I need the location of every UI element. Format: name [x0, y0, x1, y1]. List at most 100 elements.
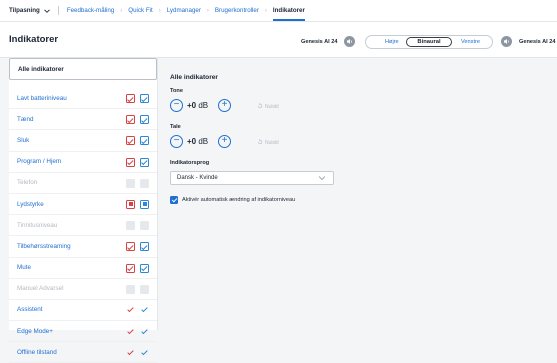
crumb-sound-manager[interactable]: Lydmanager: [167, 7, 201, 14]
left-ear-checkbox[interactable]: [126, 348, 135, 357]
language-select-value: Dansk - Kvinde: [177, 175, 218, 181]
left-ear-checkbox: [126, 284, 135, 294]
right-ear-checkbox[interactable]: [140, 306, 149, 315]
right-ear-checkbox: [140, 284, 149, 294]
indicator-list: Lavt batteriniveau Tænd Sluk Program / Hjem…: [9, 88, 157, 363]
sidebar-item-label: Assistent: [17, 306, 43, 314]
tone-reset-button[interactable]: Nulstil: [257, 103, 279, 110]
left-ear-checkbox: [126, 221, 135, 231]
sidebar-item-label: Program / Hjem: [17, 158, 62, 166]
sidebar-item[interactable]: Tilbehørsstreaming: [9, 236, 157, 258]
right-ear-checkbox[interactable]: [140, 263, 149, 273]
crumb-indicators[interactable]: Indikatorer: [272, 7, 305, 21]
sidebar-item[interactable]: Lavt batteriniveau: [9, 88, 157, 110]
left-ear-checkbox: [126, 178, 135, 188]
speaker-icon[interactable]: [344, 36, 355, 47]
sidebar-item-label: Tænd: [17, 115, 34, 123]
tale-stepper: − +0 dB + Nulstil: [170, 135, 310, 149]
sidebar-item[interactable]: Edge Mode+: [9, 321, 157, 343]
left-ear-checkbox[interactable]: [126, 157, 135, 167]
right-ear-checkbox[interactable]: [140, 115, 149, 125]
right-ear-checkbox[interactable]: [140, 327, 149, 336]
right-ear-checkbox[interactable]: [140, 136, 149, 146]
sidebar-item[interactable]: Tinnitusniveau: [9, 215, 157, 237]
tale-value: +0 dB: [187, 137, 209, 146]
right-ear-checkbox[interactable]: [140, 94, 149, 103]
tone-stepper: − +0 dB + Nulstil: [170, 99, 310, 113]
tone-label: Tone: [170, 88, 183, 94]
right-ear-checkbox[interactable]: [140, 348, 149, 357]
crumb-user-controls[interactable]: Brugerkontroller: [215, 7, 259, 14]
tone-value: +0 dB: [187, 101, 209, 110]
sidebar-item-label: Manuel Advarsel: [17, 285, 64, 293]
indicator-sidebar: Alle indikatorer Lavt batteriniveau Tænd S…: [9, 58, 158, 363]
left-ear-checkbox[interactable]: [126, 199, 135, 209]
auto-change-label: Aktivér automatisk ændring af indikatorn…: [182, 197, 296, 203]
crumb-quick-fit[interactable]: Quick Fit: [128, 7, 152, 14]
device-right-ear-label: Genesis AI 24: [301, 39, 338, 45]
side-option-left[interactable]: Venstre: [461, 39, 480, 45]
chevron-right-icon: ›: [158, 7, 161, 14]
customization-menu[interactable]: Tilpasning: [9, 7, 40, 14]
right-ear-checkbox[interactable]: [140, 199, 149, 209]
sidebar-item-label: Lavt batteriniveau: [17, 94, 67, 102]
sidebar-item-label: Offline tilstand: [17, 348, 57, 356]
right-ear-checkbox: [140, 221, 149, 231]
left-ear-checkbox[interactable]: [126, 136, 135, 146]
sidebar-item[interactable]: Sluk: [9, 130, 157, 152]
right-ear-checkbox[interactable]: [140, 242, 149, 252]
reset-icon: [258, 139, 263, 145]
sidebar-item[interactable]: Program / Hjem: [9, 152, 157, 173]
left-ear-checkbox[interactable]: [126, 242, 135, 252]
sidebar-item-label: Sluk: [17, 136, 30, 144]
chevron-right-icon: ›: [120, 7, 123, 14]
left-ear-checkbox[interactable]: [126, 115, 135, 125]
sidebar-item[interactable]: Mute: [9, 258, 157, 279]
chevron-right-icon: ›: [264, 7, 267, 14]
sidebar-item-label: Edge Mode+: [17, 327, 53, 335]
tale-reset-button[interactable]: Nulstil: [257, 139, 279, 146]
side-option-right[interactable]: Højre: [385, 39, 399, 45]
tale-label: Tale: [170, 124, 181, 130]
top-navigation: Tilpasning Feedback-måling › Quick Fit ›…: [0, 0, 557, 22]
crumb-feedback[interactable]: Feedback-måling: [67, 7, 114, 14]
page-title: Indikatorer: [9, 34, 59, 45]
main-panel: Alle indikatorer Tone − +0 dB + Nulstil …: [170, 58, 557, 330]
left-ear-checkbox[interactable]: [126, 263, 135, 273]
reset-icon: [258, 103, 263, 109]
sidebar-item[interactable]: Assistent: [9, 300, 157, 322]
right-ear-checkbox: [140, 178, 149, 188]
section-heading: Alle indikatorer: [170, 74, 219, 81]
page-header: Indikatorer Genesis AI 24 Højre Binaural…: [0, 22, 557, 58]
sidebar-item[interactable]: Offline tilstand: [9, 342, 157, 363]
sidebar-item-label: Lydstyrke: [17, 200, 44, 208]
sidebar-item[interactable]: Lydstyrke: [9, 194, 157, 216]
speaker-icon[interactable]: [501, 36, 512, 47]
tone-increase-button[interactable]: +: [218, 99, 231, 112]
side-option-binaural[interactable]: Binaural: [406, 37, 452, 47]
auto-change-checkbox[interactable]: [170, 196, 178, 204]
sidebar-item-label: Mute: [17, 264, 31, 272]
left-ear-checkbox[interactable]: [126, 94, 135, 103]
chevron-down-icon: [318, 176, 326, 181]
sidebar-item-label: Tinnitusniveau: [17, 221, 58, 229]
sidebar-item[interactable]: Manuel Advarsel: [9, 279, 157, 300]
chevron-right-icon: ›: [206, 7, 209, 14]
sidebar-item-label: Telefon: [17, 179, 38, 187]
language-label: Indikatorsprog: [170, 160, 210, 166]
right-ear-checkbox[interactable]: [140, 157, 149, 167]
device-left-ear-label: Genesis AI 24: [519, 39, 556, 45]
divider: [57, 6, 59, 15]
side-selector[interactable]: Højre Binaural Venstre: [365, 35, 493, 49]
tale-decrease-button[interactable]: −: [170, 135, 183, 148]
sidebar-item-label: Tilbehørsstreaming: [17, 242, 71, 250]
language-select[interactable]: Dansk - Kvinde: [170, 171, 334, 185]
sidebar-item[interactable]: Telefon: [9, 173, 157, 194]
chevron-down-icon[interactable]: [43, 7, 51, 15]
tale-increase-button[interactable]: +: [218, 135, 231, 148]
left-ear-checkbox[interactable]: [126, 306, 135, 315]
sidebar-item[interactable]: Tænd: [9, 109, 157, 131]
tone-decrease-button[interactable]: −: [170, 99, 183, 112]
left-ear-checkbox[interactable]: [126, 327, 135, 336]
all-indicators-item[interactable]: Alle indikatorer: [9, 58, 157, 80]
